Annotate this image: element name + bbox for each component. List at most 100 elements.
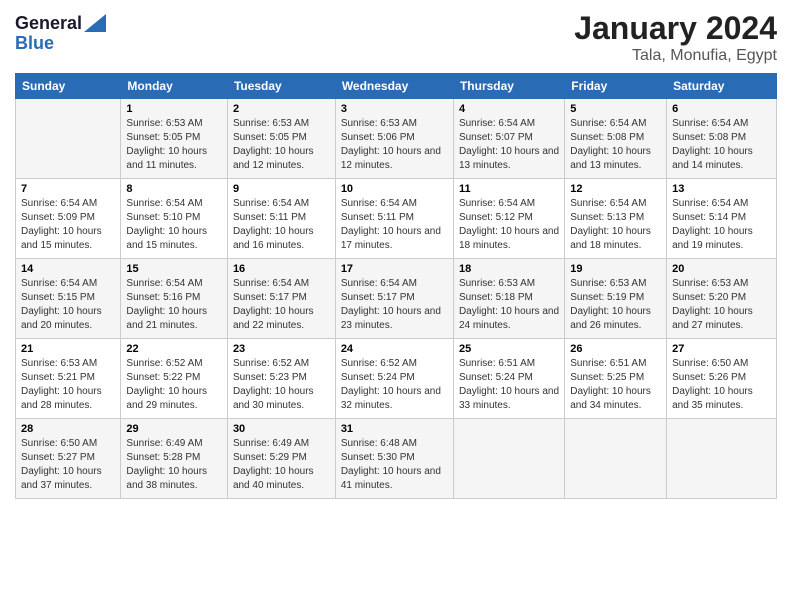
title-block: January 2024 Tala, Monufia, Egypt <box>574 10 777 65</box>
calendar-cell: 3 Sunrise: 6:53 AMSunset: 5:06 PMDayligh… <box>335 99 453 179</box>
calendar-cell: 30 Sunrise: 6:49 AMSunset: 5:29 PMDaylig… <box>227 419 335 499</box>
calendar-cell: 22 Sunrise: 6:52 AMSunset: 5:22 PMDaylig… <box>121 339 228 419</box>
day-number: 6 <box>672 103 771 115</box>
day-info: Sunrise: 6:53 AMSunset: 5:19 PMDaylight:… <box>570 277 661 333</box>
day-info: Sunrise: 6:54 AMSunset: 5:13 PMDaylight:… <box>570 197 661 253</box>
day-number: 22 <box>126 343 222 355</box>
calendar-cell <box>16 99 121 179</box>
calendar-cell <box>565 419 667 499</box>
day-info: Sunrise: 6:53 AMSunset: 5:05 PMDaylight:… <box>126 117 222 173</box>
calendar-week-row-5: 28 Sunrise: 6:50 AMSunset: 5:27 PMDaylig… <box>16 419 777 499</box>
day-number: 10 <box>341 183 448 195</box>
calendar-cell: 12 Sunrise: 6:54 AMSunset: 5:13 PMDaylig… <box>565 179 667 259</box>
header-thursday: Thursday <box>453 74 564 99</box>
day-info: Sunrise: 6:49 AMSunset: 5:28 PMDaylight:… <box>126 437 222 493</box>
calendar-cell: 10 Sunrise: 6:54 AMSunset: 5:11 PMDaylig… <box>335 179 453 259</box>
day-number: 29 <box>126 423 222 435</box>
day-info: Sunrise: 6:51 AMSunset: 5:24 PMDaylight:… <box>459 357 559 413</box>
calendar-cell <box>667 419 777 499</box>
calendar-cell: 7 Sunrise: 6:54 AMSunset: 5:09 PMDayligh… <box>16 179 121 259</box>
day-number: 8 <box>126 183 222 195</box>
day-info: Sunrise: 6:53 AMSunset: 5:20 PMDaylight:… <box>672 277 771 333</box>
day-number: 26 <box>570 343 661 355</box>
calendar-cell: 9 Sunrise: 6:54 AMSunset: 5:11 PMDayligh… <box>227 179 335 259</box>
day-number: 21 <box>21 343 115 355</box>
calendar-cell: 29 Sunrise: 6:49 AMSunset: 5:28 PMDaylig… <box>121 419 228 499</box>
page-subtitle: Tala, Monufia, Egypt <box>574 47 777 65</box>
day-info: Sunrise: 6:53 AMSunset: 5:21 PMDaylight:… <box>21 357 115 413</box>
day-info: Sunrise: 6:54 AMSunset: 5:17 PMDaylight:… <box>233 277 330 333</box>
calendar-table: Sunday Monday Tuesday Wednesday Thursday… <box>15 73 777 499</box>
day-info: Sunrise: 6:49 AMSunset: 5:29 PMDaylight:… <box>233 437 330 493</box>
calendar-cell: 15 Sunrise: 6:54 AMSunset: 5:16 PMDaylig… <box>121 259 228 339</box>
day-number: 31 <box>341 423 448 435</box>
header-friday: Friday <box>565 74 667 99</box>
calendar-cell: 18 Sunrise: 6:53 AMSunset: 5:18 PMDaylig… <box>453 259 564 339</box>
calendar-week-row-3: 14 Sunrise: 6:54 AMSunset: 5:15 PMDaylig… <box>16 259 777 339</box>
calendar-cell: 23 Sunrise: 6:52 AMSunset: 5:23 PMDaylig… <box>227 339 335 419</box>
day-number: 12 <box>570 183 661 195</box>
day-number: 13 <box>672 183 771 195</box>
calendar-header-row: Sunday Monday Tuesday Wednesday Thursday… <box>16 74 777 99</box>
calendar-cell: 11 Sunrise: 6:54 AMSunset: 5:12 PMDaylig… <box>453 179 564 259</box>
day-number: 18 <box>459 263 559 275</box>
calendar-cell: 31 Sunrise: 6:48 AMSunset: 5:30 PMDaylig… <box>335 419 453 499</box>
calendar-cell: 21 Sunrise: 6:53 AMSunset: 5:21 PMDaylig… <box>16 339 121 419</box>
day-number: 30 <box>233 423 330 435</box>
header-tuesday: Tuesday <box>227 74 335 99</box>
day-number: 2 <box>233 103 330 115</box>
calendar-week-row-2: 7 Sunrise: 6:54 AMSunset: 5:09 PMDayligh… <box>16 179 777 259</box>
page-container: General Blue January 2024 Tala, Monufia,… <box>0 0 792 509</box>
calendar-cell: 28 Sunrise: 6:50 AMSunset: 5:27 PMDaylig… <box>16 419 121 499</box>
day-number: 27 <box>672 343 771 355</box>
calendar-cell: 27 Sunrise: 6:50 AMSunset: 5:26 PMDaylig… <box>667 339 777 419</box>
calendar-cell: 20 Sunrise: 6:53 AMSunset: 5:20 PMDaylig… <box>667 259 777 339</box>
day-info: Sunrise: 6:54 AMSunset: 5:14 PMDaylight:… <box>672 197 771 253</box>
calendar-cell: 5 Sunrise: 6:54 AMSunset: 5:08 PMDayligh… <box>565 99 667 179</box>
day-info: Sunrise: 6:53 AMSunset: 5:18 PMDaylight:… <box>459 277 559 333</box>
day-info: Sunrise: 6:48 AMSunset: 5:30 PMDaylight:… <box>341 437 448 493</box>
day-number: 23 <box>233 343 330 355</box>
calendar-cell: 25 Sunrise: 6:51 AMSunset: 5:24 PMDaylig… <box>453 339 564 419</box>
day-info: Sunrise: 6:52 AMSunset: 5:22 PMDaylight:… <box>126 357 222 413</box>
calendar-cell: 17 Sunrise: 6:54 AMSunset: 5:17 PMDaylig… <box>335 259 453 339</box>
day-number: 17 <box>341 263 448 275</box>
day-info: Sunrise: 6:50 AMSunset: 5:26 PMDaylight:… <box>672 357 771 413</box>
calendar-cell: 2 Sunrise: 6:53 AMSunset: 5:05 PMDayligh… <box>227 99 335 179</box>
day-number: 5 <box>570 103 661 115</box>
header-monday: Monday <box>121 74 228 99</box>
calendar-cell: 16 Sunrise: 6:54 AMSunset: 5:17 PMDaylig… <box>227 259 335 339</box>
day-info: Sunrise: 6:54 AMSunset: 5:16 PMDaylight:… <box>126 277 222 333</box>
logo-text-blue: Blue <box>15 34 106 54</box>
logo-icon <box>84 14 106 32</box>
day-number: 24 <box>341 343 448 355</box>
day-info: Sunrise: 6:54 AMSunset: 5:09 PMDaylight:… <box>21 197 115 253</box>
day-number: 4 <box>459 103 559 115</box>
day-info: Sunrise: 6:53 AMSunset: 5:05 PMDaylight:… <box>233 117 330 173</box>
calendar-week-row-1: 1 Sunrise: 6:53 AMSunset: 5:05 PMDayligh… <box>16 99 777 179</box>
day-number: 14 <box>21 263 115 275</box>
day-info: Sunrise: 6:50 AMSunset: 5:27 PMDaylight:… <box>21 437 115 493</box>
header-wednesday: Wednesday <box>335 74 453 99</box>
day-info: Sunrise: 6:52 AMSunset: 5:23 PMDaylight:… <box>233 357 330 413</box>
header: General Blue January 2024 Tala, Monufia,… <box>15 10 777 65</box>
day-info: Sunrise: 6:54 AMSunset: 5:12 PMDaylight:… <box>459 197 559 253</box>
day-number: 3 <box>341 103 448 115</box>
day-number: 28 <box>21 423 115 435</box>
header-saturday: Saturday <box>667 74 777 99</box>
calendar-cell: 6 Sunrise: 6:54 AMSunset: 5:08 PMDayligh… <box>667 99 777 179</box>
calendar-cell: 8 Sunrise: 6:54 AMSunset: 5:10 PMDayligh… <box>121 179 228 259</box>
day-number: 16 <box>233 263 330 275</box>
header-sunday: Sunday <box>16 74 121 99</box>
day-info: Sunrise: 6:54 AMSunset: 5:08 PMDaylight:… <box>570 117 661 173</box>
day-number: 11 <box>459 183 559 195</box>
day-info: Sunrise: 6:54 AMSunset: 5:11 PMDaylight:… <box>233 197 330 253</box>
page-title: January 2024 <box>574 10 777 47</box>
calendar-cell: 14 Sunrise: 6:54 AMSunset: 5:15 PMDaylig… <box>16 259 121 339</box>
calendar-cell: 24 Sunrise: 6:52 AMSunset: 5:24 PMDaylig… <box>335 339 453 419</box>
day-info: Sunrise: 6:54 AMSunset: 5:17 PMDaylight:… <box>341 277 448 333</box>
calendar-cell: 4 Sunrise: 6:54 AMSunset: 5:07 PMDayligh… <box>453 99 564 179</box>
day-number: 7 <box>21 183 115 195</box>
day-info: Sunrise: 6:54 AMSunset: 5:07 PMDaylight:… <box>459 117 559 173</box>
day-number: 15 <box>126 263 222 275</box>
